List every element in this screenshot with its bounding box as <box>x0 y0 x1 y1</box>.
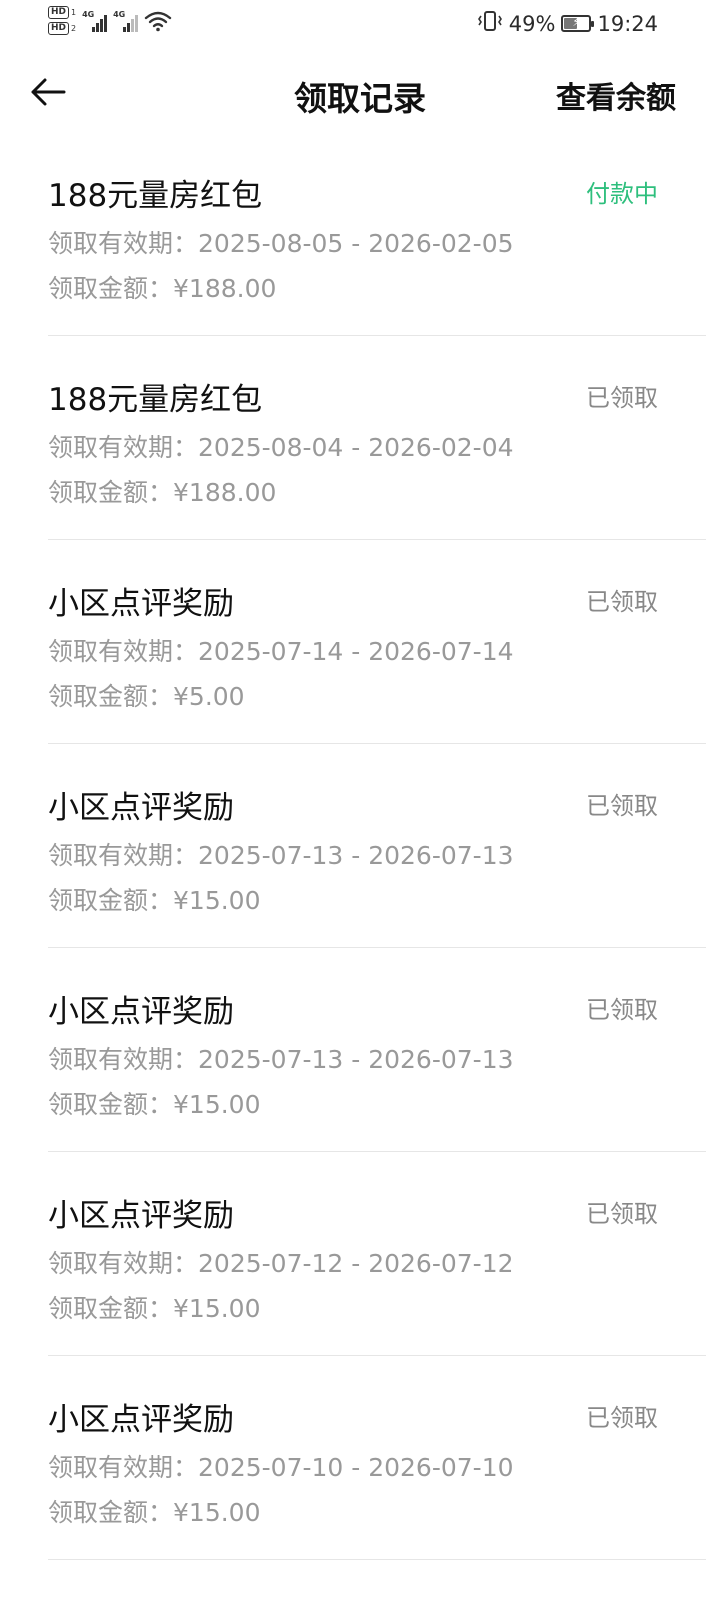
validity-value: 2025-07-13 - 2026-07-13 <box>198 841 514 870</box>
vibrate-icon <box>477 10 503 37</box>
amount-value: ¥15.00 <box>173 886 261 915</box>
record-status: 已领取 <box>586 384 658 412</box>
record-validity: 领取有效期：2025-07-14 - 2026-07-14 <box>48 632 514 668</box>
record-status: 已领取 <box>586 996 658 1024</box>
status-bar-right: 49% ⚡ 19:24 <box>477 10 658 37</box>
signal-bar <box>96 22 100 32</box>
validity-value: 2025-07-10 - 2026-07-10 <box>198 1453 514 1482</box>
record-validity: 领取有效期：2025-07-13 - 2026-07-13 <box>48 1040 514 1076</box>
signal-bar <box>131 18 135 32</box>
wifi-icon <box>144 10 172 32</box>
record-list: 188元量房红包 付款中 领取有效期：2025-08-05 - 2026-02-… <box>0 132 720 1560</box>
signal-bar <box>104 14 108 32</box>
record-name: 小区点评奖励 <box>48 1402 234 1438</box>
amount-label: 领取金额： <box>48 682 174 711</box>
record-name: 188元量房红包 <box>48 178 263 214</box>
battery-charging-icon: ⚡ <box>561 15 595 32</box>
signal-bar <box>135 14 139 32</box>
record-status: 已领取 <box>586 588 658 616</box>
record-item[interactable]: 小区点评奖励 已领取 领取有效期：2025-07-12 - 2026-07-12… <box>48 1152 706 1356</box>
signal-bar <box>100 18 104 32</box>
record-name: 小区点评奖励 <box>48 586 234 622</box>
status-bar: HD 1 HD 2 4G 4G 49% ⚡ 19:24 <box>0 0 720 48</box>
signal-bar <box>92 26 96 32</box>
record-amount: 领取金额：¥15.00 <box>48 1085 261 1121</box>
hd-badge-sim2: HD 2 <box>48 22 76 35</box>
amount-label: 领取金额： <box>48 1294 174 1323</box>
battery-percent: 49% <box>508 11 556 36</box>
signal-icon: 4G <box>113 9 139 32</box>
signal-icon: 4G <box>82 9 108 32</box>
record-status: 已领取 <box>586 792 658 820</box>
record-status: 已领取 <box>586 1404 658 1432</box>
record-validity: 领取有效期：2025-08-05 - 2026-02-05 <box>48 224 514 260</box>
record-name: 小区点评奖励 <box>48 994 234 1030</box>
hd-badge-sim1: HD 1 <box>48 6 76 19</box>
network-type-label: 4G <box>113 9 126 19</box>
amount-label: 领取金额： <box>48 1090 174 1119</box>
hd-label: HD <box>48 22 70 35</box>
validity-value: 2025-08-05 - 2026-02-05 <box>198 229 514 258</box>
nav-header: 领取记录 查看余额 <box>0 58 720 124</box>
record-validity: 领取有效期：2025-08-04 - 2026-02-04 <box>48 428 514 464</box>
validity-label: 领取有效期： <box>48 433 199 462</box>
record-name: 小区点评奖励 <box>48 1198 234 1234</box>
signal-bar <box>123 26 127 32</box>
amount-value: ¥15.00 <box>173 1294 261 1323</box>
record-amount: 领取金额：¥188.00 <box>48 473 276 509</box>
record-item[interactable]: 小区点评奖励 已领取 领取有效期：2025-07-14 - 2026-07-14… <box>48 540 706 744</box>
record-name: 188元量房红包 <box>48 382 263 418</box>
record-amount: 领取金额：¥5.00 <box>48 677 245 713</box>
validity-value: 2025-07-14 - 2026-07-14 <box>198 637 514 666</box>
amount-label: 领取金额： <box>48 478 174 507</box>
record-amount: 领取金额：¥15.00 <box>48 1493 261 1529</box>
amount-label: 领取金额： <box>48 886 174 915</box>
amount-value: ¥15.00 <box>173 1090 261 1119</box>
record-amount: 领取金额：¥188.00 <box>48 269 276 305</box>
validity-label: 领取有效期： <box>48 1045 199 1074</box>
sim-slot-label: 2 <box>71 24 77 33</box>
validity-value: 2025-07-13 - 2026-07-13 <box>198 1045 514 1074</box>
validity-label: 领取有效期： <box>48 1453 199 1482</box>
validity-label: 领取有效期： <box>48 841 199 870</box>
view-balance-button[interactable]: 查看余额 <box>556 73 676 117</box>
record-item[interactable]: 小区点评奖励 已领取 领取有效期：2025-07-13 - 2026-07-13… <box>48 744 706 948</box>
clock: 19:24 <box>597 11 658 36</box>
validity-label: 领取有效期： <box>48 637 199 666</box>
sim-slot-label: 1 <box>71 8 77 17</box>
record-validity: 领取有效期：2025-07-12 - 2026-07-12 <box>48 1244 514 1280</box>
amount-label: 领取金额： <box>48 1498 174 1527</box>
signal-bar <box>127 22 131 32</box>
record-item[interactable]: 188元量房红包 付款中 领取有效期：2025-08-05 - 2026-02-… <box>48 132 706 336</box>
record-validity: 领取有效期：2025-07-10 - 2026-07-10 <box>48 1448 514 1484</box>
record-amount: 领取金额：¥15.00 <box>48 881 261 917</box>
validity-label: 领取有效期： <box>48 229 199 258</box>
validity-value: 2025-08-04 - 2026-02-04 <box>198 433 514 462</box>
record-amount: 领取金额：¥15.00 <box>48 1289 261 1325</box>
status-bar-left: HD 1 HD 2 4G 4G <box>48 6 172 35</box>
validity-label: 领取有效期： <box>48 1249 199 1278</box>
record-validity: 领取有效期：2025-07-13 - 2026-07-13 <box>48 836 514 872</box>
network-type-label: 4G <box>82 9 95 19</box>
amount-value: ¥5.00 <box>173 682 245 711</box>
hd-icon: HD 1 HD 2 <box>48 6 76 35</box>
record-status: 付款中 <box>586 180 658 208</box>
amount-value: ¥15.00 <box>173 1498 261 1527</box>
record-item[interactable]: 小区点评奖励 已领取 领取有效期：2025-07-10 - 2026-07-10… <box>48 1356 706 1560</box>
record-item[interactable]: 小区点评奖励 已领取 领取有效期：2025-07-13 - 2026-07-13… <box>48 948 706 1152</box>
amount-value: ¥188.00 <box>173 274 277 303</box>
record-status: 已领取 <box>586 1200 658 1228</box>
hd-label: HD <box>48 6 70 19</box>
bolt-icon: ⚡ <box>572 15 581 29</box>
record-name: 小区点评奖励 <box>48 790 234 826</box>
screen: HD 1 HD 2 4G 4G 49% ⚡ 19:24 领取记录 查看余额 18… <box>0 0 720 1600</box>
amount-label: 领取金额： <box>48 274 174 303</box>
validity-value: 2025-07-12 - 2026-07-12 <box>198 1249 514 1278</box>
record-item[interactable]: 188元量房红包 已领取 领取有效期：2025-08-04 - 2026-02-… <box>48 336 706 540</box>
amount-value: ¥188.00 <box>173 478 277 507</box>
